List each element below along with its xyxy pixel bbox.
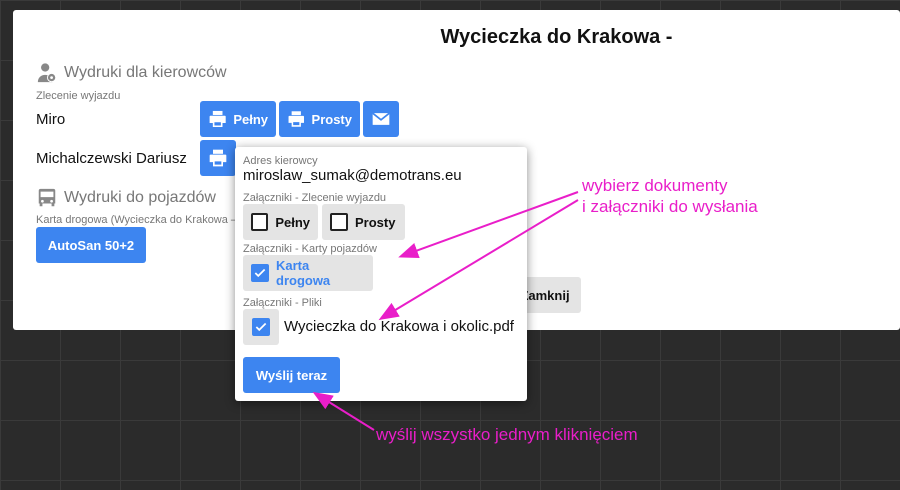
vehicles-section-header: Wydruki do pojazdów bbox=[36, 187, 216, 209]
print-full-button[interactable]: Pełny bbox=[200, 101, 276, 137]
attach-file-toggle[interactable] bbox=[243, 309, 279, 345]
attach-order-label: Załączniki - Zlecenie wyjazdu bbox=[243, 192, 387, 204]
vehicle-label: AutoSan 50+2 bbox=[47, 237, 135, 253]
bus-icon bbox=[38, 188, 56, 207]
drivers-section-header: Wydruki dla kierowców bbox=[36, 62, 227, 84]
attach-road-card-toggle[interactable]: Karta drogowa bbox=[243, 255, 373, 291]
attach-simple-toggle[interactable]: Prosty bbox=[322, 204, 405, 240]
annotation-send-all: wyślij wszystko jednym kliknięciem bbox=[376, 425, 638, 444]
annotation-choose-docs: wybierz dokumenty bbox=[582, 176, 728, 195]
vehicle-autosan-button[interactable]: AutoSan 50+2 bbox=[36, 227, 146, 263]
send-now-label: Wyślij teraz bbox=[255, 367, 328, 383]
checkbox-unchecked bbox=[251, 213, 269, 231]
print-full-button[interactable] bbox=[200, 140, 236, 176]
envelope-icon bbox=[372, 112, 390, 125]
checkbox-checked bbox=[252, 318, 270, 336]
checkbox-unchecked bbox=[330, 213, 348, 231]
driver-email: miroslaw_sumak@demotrans.eu bbox=[243, 167, 462, 184]
email-button[interactable] bbox=[363, 101, 399, 137]
attach-full-label: Pełny bbox=[275, 214, 310, 230]
attach-road-card-label: Karta drogowa bbox=[276, 258, 331, 288]
road-card-label: Karta drogowa (Wycieczka do Krakowa – bbox=[36, 214, 238, 226]
vehicles-section-title: Wydruki do pojazdów bbox=[64, 189, 216, 206]
checkmark-icon bbox=[254, 268, 266, 278]
address-label: Adres kierowcy bbox=[243, 155, 318, 167]
attached-file-name: Wycieczka do Krakowa i okolic.pdf bbox=[284, 318, 514, 335]
print-simple-button[interactable]: Prosty bbox=[279, 101, 360, 137]
send-email-popup: Adres kierowcy miroslaw_sumak@demotrans.… bbox=[235, 147, 527, 401]
printer-icon bbox=[209, 149, 227, 167]
annotation-attachments: i załączniki do wysłania bbox=[582, 197, 758, 216]
checkbox-checked bbox=[251, 264, 269, 282]
attach-files-label: Załączniki - Pliki bbox=[243, 297, 322, 309]
order-label: Zlecenie wyjazdu bbox=[36, 90, 121, 102]
send-now-button[interactable]: Wyślij teraz bbox=[243, 357, 340, 393]
dialog-title: Wycieczka do Krakowa - bbox=[440, 26, 673, 48]
driver-name: Michalczewski Dariusz bbox=[36, 150, 187, 167]
attach-full-toggle[interactable]: Pełny bbox=[243, 204, 318, 240]
attach-cards-label: Załączniki - Karty pojazdów bbox=[243, 243, 377, 255]
attach-simple-label: Prosty bbox=[355, 214, 396, 230]
printer-icon bbox=[209, 110, 226, 128]
drivers-section-title: Wydruki dla kierowców bbox=[64, 64, 227, 81]
print-simple-label: Prosty bbox=[311, 111, 352, 127]
driver-name: Miro bbox=[36, 111, 66, 128]
print-full-label: Pełny bbox=[233, 111, 268, 127]
printer-icon bbox=[288, 111, 304, 127]
driver-icon bbox=[37, 63, 57, 83]
checkmark-icon bbox=[255, 322, 267, 332]
close-label: Zamknij bbox=[520, 287, 570, 303]
